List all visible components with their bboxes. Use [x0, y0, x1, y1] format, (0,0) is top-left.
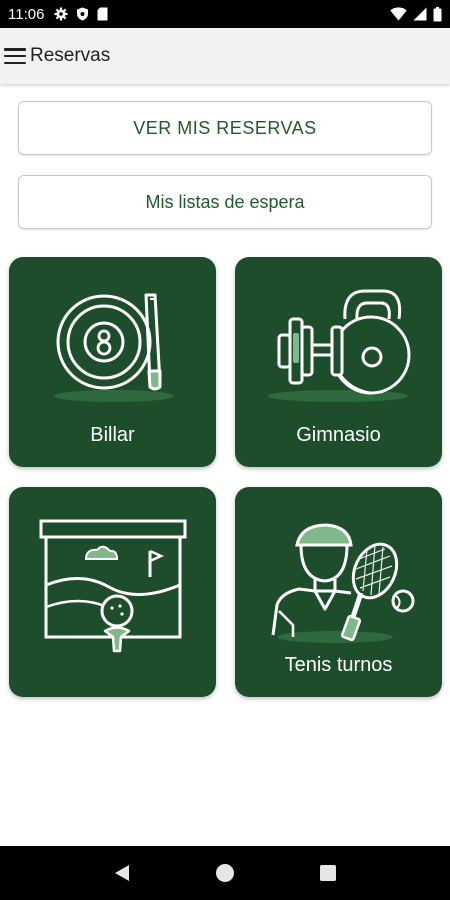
home-icon[interactable]: [205, 853, 245, 893]
tile-gimnasio[interactable]: Gimnasio: [235, 257, 442, 467]
status-time: 11:06: [8, 5, 45, 23]
app-bar: Reservas: [0, 28, 450, 84]
golf-simulator-icon: [39, 519, 187, 653]
hamburger-menu-icon[interactable]: [4, 47, 26, 65]
wifi-icon: [390, 7, 407, 21]
page-title: Reservas: [30, 45, 111, 66]
system-nav-bar: [0, 846, 450, 900]
billiard-icon: [54, 293, 174, 402]
tile-label: Billar: [90, 424, 135, 446]
gear-icon: [54, 7, 68, 21]
recents-icon[interactable]: [308, 853, 348, 893]
tile-billar[interactable]: Billar: [9, 257, 216, 467]
sim-icon: [97, 7, 108, 21]
status-notification-icons: [54, 7, 108, 21]
tile-label: Tenis turnos: [284, 654, 393, 676]
status-bar: 11:06: [0, 0, 450, 28]
back-icon[interactable]: [102, 853, 142, 893]
status-system-icons: [390, 6, 442, 22]
signal-icon: [413, 7, 427, 21]
tennis-player-icon: [271, 523, 415, 643]
tile-tenis-turnos[interactable]: Tenis turnos: [235, 487, 442, 697]
tile-golf-simulator[interactable]: [9, 487, 216, 697]
battery-icon: [433, 6, 442, 21]
tile-label: Gimnasio: [296, 424, 381, 446]
gym-icon: [268, 289, 411, 402]
waiting-lists-button[interactable]: Mis listas de espera: [18, 175, 432, 229]
my-reservations-button[interactable]: VER MIS RESERVAS: [18, 101, 432, 155]
shield-icon: [77, 7, 89, 21]
